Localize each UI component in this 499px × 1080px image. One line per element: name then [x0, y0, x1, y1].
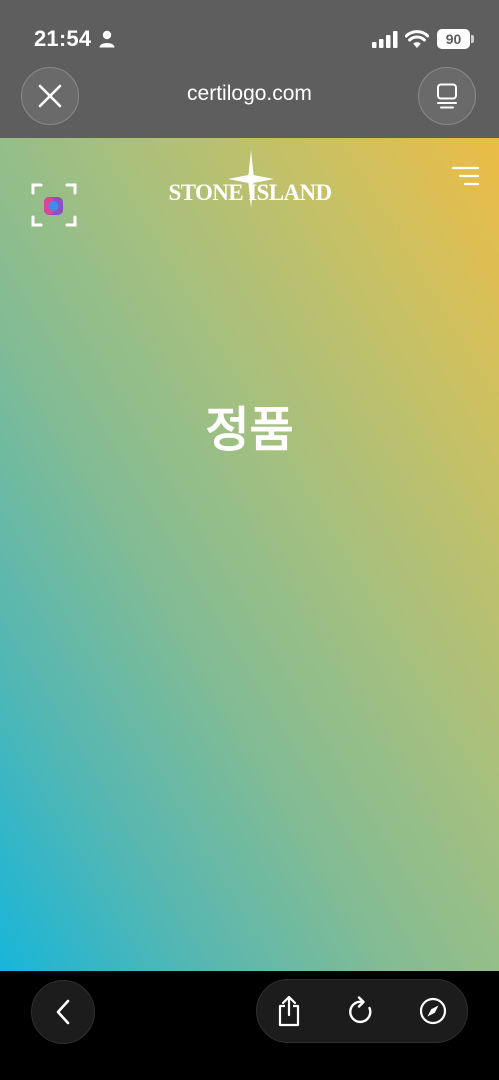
url-field[interactable]: certilogo.com — [120, 82, 379, 106]
action-pill — [256, 979, 468, 1043]
close-icon — [38, 84, 62, 108]
status-time: 21:54 — [34, 26, 92, 51]
battery-nub — [471, 35, 474, 43]
back-chevron-icon — [56, 999, 70, 1025]
reload-icon — [349, 996, 372, 1024]
brand-logo[interactable]: STONE ISLAND — [166, 150, 334, 216]
share-icon — [278, 995, 300, 1027]
web-content: STONE ISLAND 정품 — [0, 138, 499, 971]
tabs-button[interactable] — [418, 67, 476, 125]
menu-icon[interactable] — [451, 166, 479, 186]
close-button[interactable] — [21, 67, 79, 125]
scan-icon[interactable] — [31, 182, 77, 228]
status-bar: 21:54 90 — [0, 0, 499, 70]
authenticity-status-heading: 정품 — [205, 402, 294, 458]
person-icon — [99, 30, 115, 48]
browser-top-chrome: 21:54 90 certilogo.com — [0, 0, 499, 138]
compass-button[interactable] — [403, 980, 463, 1042]
browser-bottom-toolbar — [0, 971, 499, 1080]
wifi-icon — [405, 30, 429, 48]
reload-button[interactable] — [331, 980, 391, 1042]
battery-icon: 90 — [437, 29, 470, 49]
share-button[interactable] — [259, 980, 319, 1042]
back-button[interactable] — [31, 980, 95, 1044]
brand-logo-text: STONE ISLAND — [168, 180, 332, 205]
tabs-icon — [437, 83, 457, 109]
signal-icon — [372, 31, 398, 48]
compass-icon — [419, 997, 447, 1025]
